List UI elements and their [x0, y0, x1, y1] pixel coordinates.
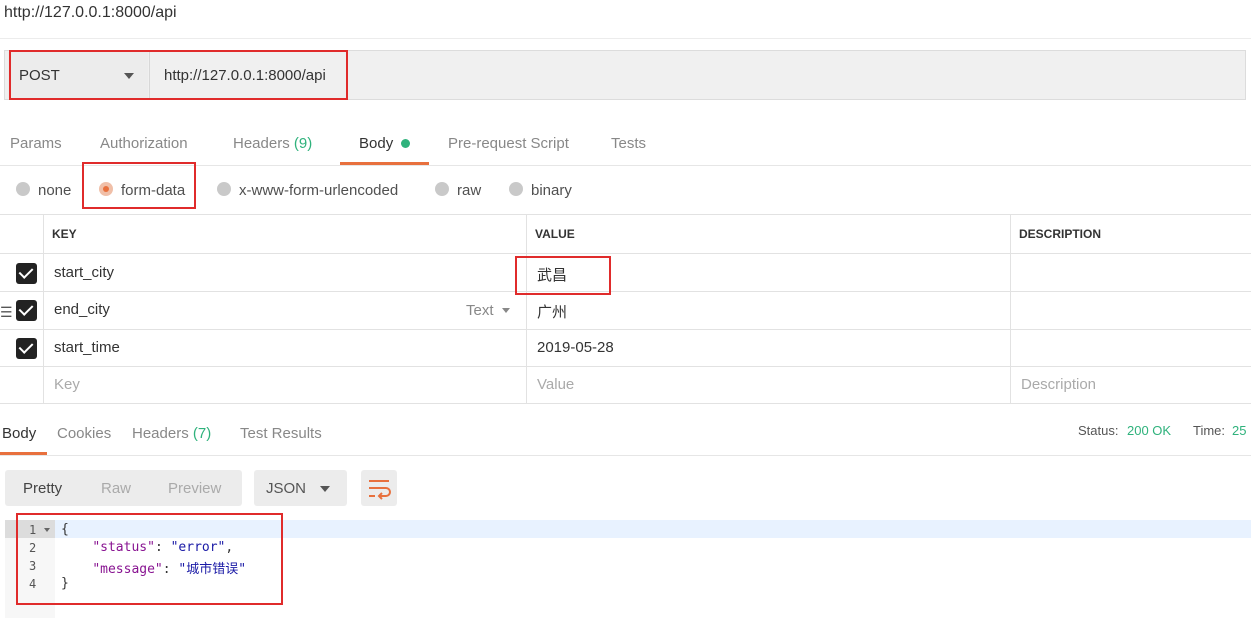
param-key[interactable]: start_time [54, 339, 120, 356]
wrap-lines-button[interactable] [361, 470, 397, 506]
row-checkbox[interactable] [16, 338, 37, 359]
format-label[interactable]: JSON [266, 480, 306, 497]
param-value[interactable]: 2019-05-28 [537, 339, 614, 356]
radio-binary[interactable] [509, 182, 523, 196]
column-divider [526, 214, 527, 404]
body-active-dot-icon [401, 139, 410, 148]
row-divider [0, 291, 1251, 292]
tab-body[interactable]: Body [359, 135, 393, 152]
radio-none-label[interactable]: none [38, 182, 71, 199]
drag-handle-icon[interactable]: ☰ [0, 304, 13, 321]
radio-binary-label[interactable]: binary [531, 182, 572, 199]
view-raw-button[interactable]: Raw [101, 480, 131, 497]
tab-authorization[interactable]: Authorization [100, 135, 188, 152]
response-tab-cookies[interactable]: Cookies [57, 425, 111, 442]
key-placeholder[interactable]: Key [54, 376, 80, 393]
column-header-key: KEY [52, 227, 77, 241]
tab-headers[interactable]: Headers (9) [233, 135, 312, 152]
highlight-box-request [9, 50, 348, 100]
view-pretty-button[interactable]: Pretty [23, 480, 62, 497]
highlight-box-response [16, 513, 283, 605]
param-value[interactable]: 广州 [537, 301, 567, 322]
status-label: Status: [1078, 423, 1119, 438]
radio-none[interactable] [16, 182, 30, 196]
table-bottom-border [0, 403, 1251, 404]
value-placeholder[interactable]: Value [537, 376, 574, 393]
time-label: Time: [1193, 423, 1226, 438]
window-title: http://127.0.0.1:8000/api [4, 4, 177, 21]
time-value: 25 [1232, 423, 1247, 438]
response-tab-test-results[interactable]: Test Results [240, 425, 322, 442]
radio-urlencoded[interactable] [217, 182, 231, 196]
tab-params[interactable]: Params [10, 135, 62, 152]
column-header-value: VALUE [535, 227, 575, 241]
radio-raw[interactable] [435, 182, 449, 196]
tab-headers-label: Headers [233, 135, 290, 152]
param-key[interactable]: start_city [54, 264, 114, 281]
highlight-box-form-data [82, 162, 196, 209]
tab-tests[interactable]: Tests [611, 135, 646, 152]
row-divider [0, 366, 1251, 367]
row-divider [0, 329, 1251, 330]
column-header-description: DESCRIPTION [1019, 227, 1102, 241]
chevron-down-icon[interactable] [502, 308, 510, 313]
status-value: 200 OK [1127, 423, 1172, 438]
highlight-box-value [515, 256, 611, 295]
response-tab-headers-count: (7) [192, 425, 212, 442]
param-type-select[interactable]: Text [466, 302, 494, 319]
description-placeholder[interactable]: Description [1021, 376, 1096, 393]
radio-urlencoded-label[interactable]: x-www-form-urlencoded [239, 182, 398, 199]
response-tab-headers-label: Headers [132, 425, 189, 442]
column-divider [43, 214, 44, 404]
row-checkbox[interactable] [16, 300, 37, 321]
table-header-border [0, 253, 1251, 254]
param-key[interactable]: end_city [54, 301, 110, 318]
table-top-border [0, 214, 1251, 215]
row-checkbox[interactable] [16, 263, 37, 284]
tab-headers-count: (9) [293, 135, 313, 152]
wrap-lines-icon [369, 480, 391, 500]
response-tab-headers[interactable]: Headers (7) [132, 425, 211, 442]
radio-raw-label[interactable]: raw [457, 182, 481, 199]
tab-pre-request-script[interactable]: Pre-request Script [448, 135, 569, 152]
view-preview-button[interactable]: Preview [168, 480, 221, 497]
chevron-down-icon[interactable] [320, 486, 330, 492]
response-tab-body[interactable]: Body [2, 425, 36, 442]
tabs-divider [0, 455, 1251, 456]
title-divider [0, 38, 1251, 39]
column-divider [1010, 214, 1011, 404]
